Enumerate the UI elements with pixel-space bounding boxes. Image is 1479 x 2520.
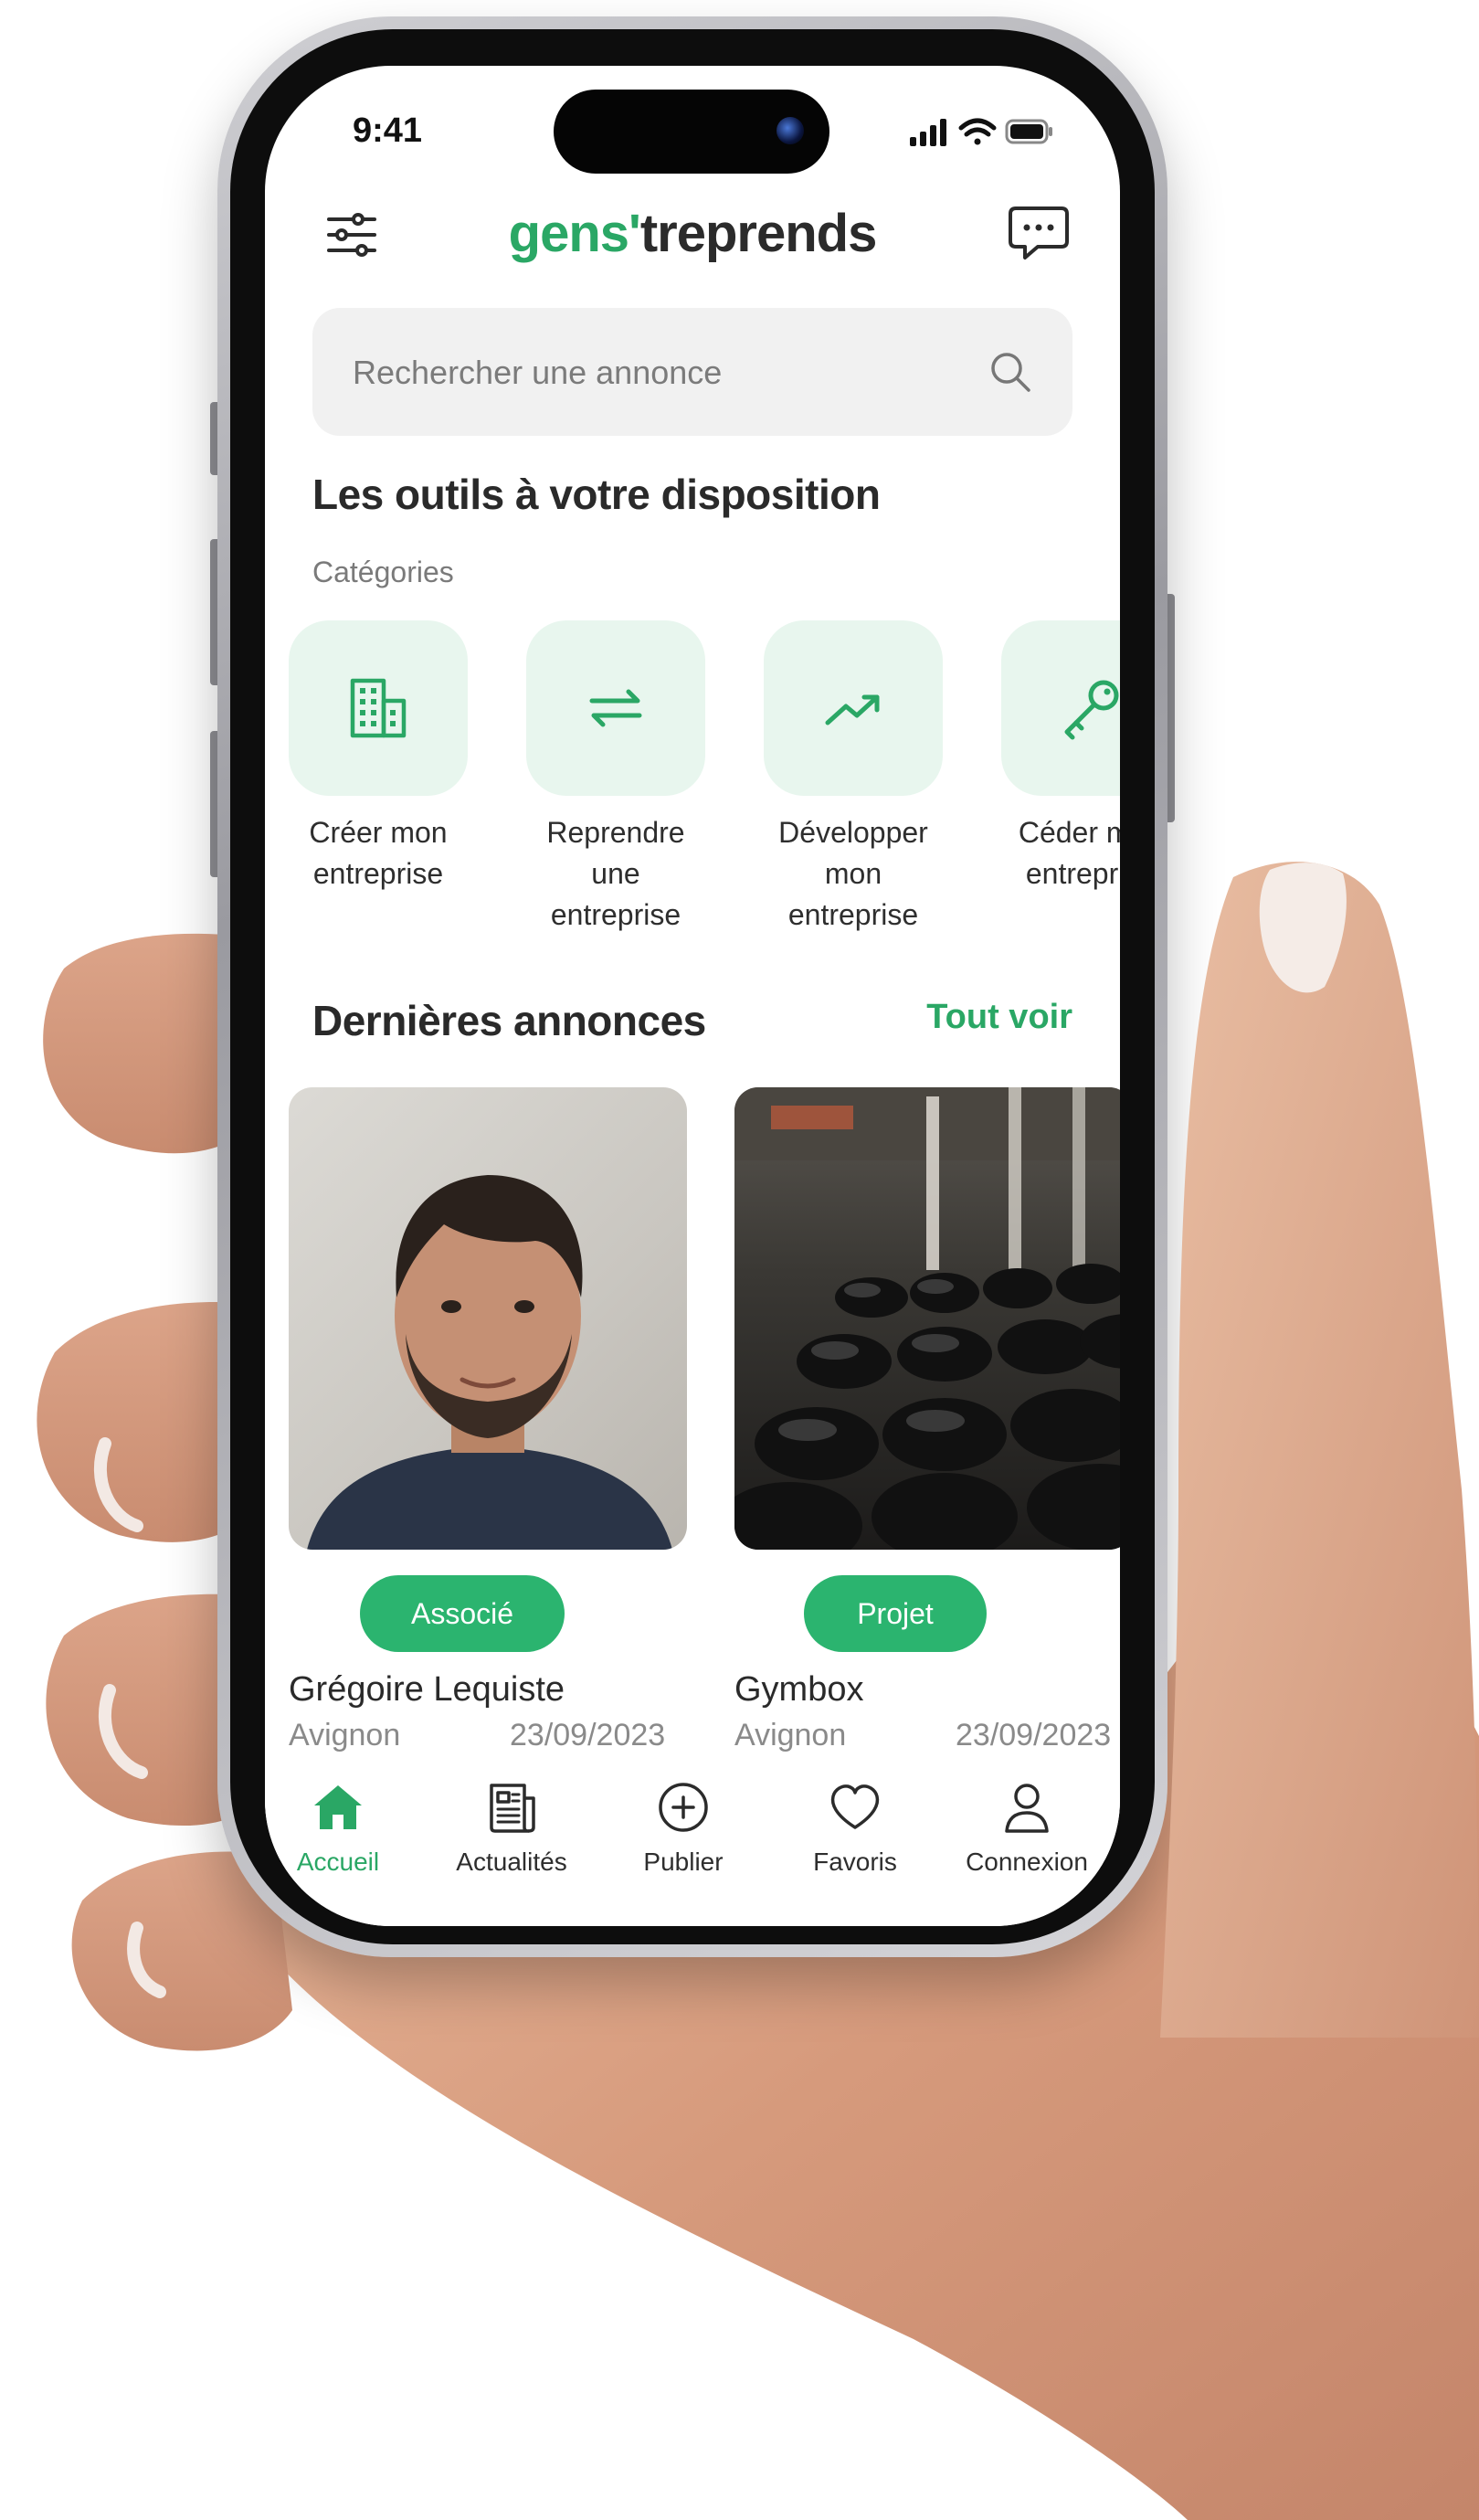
listing-photo-portrait (289, 1087, 687, 1550)
building-icon (350, 678, 407, 738)
tools-heading: Les outils à votre disposition (312, 471, 881, 518)
listing-title[interactable]: Gymbox (734, 1670, 863, 1710)
category-label: Créer mon entreprise (309, 816, 448, 890)
wifi-icon (958, 118, 997, 145)
listing-card[interactable] (289, 1087, 687, 1550)
see-all-link[interactable]: Tout voir (926, 998, 1072, 1037)
plus-circle-icon (659, 1783, 708, 1832)
nav-item-connexion[interactable]: Connexion (935, 1778, 1118, 1877)
key-icon (1064, 680, 1119, 740)
search-icon[interactable] (987, 348, 1034, 396)
nav-label: Connexion (966, 1848, 1088, 1876)
category-label: Développer mon entreprise (778, 816, 928, 931)
nav-item-accueil[interactable]: Accueil (265, 1778, 429, 1877)
nav-label: Accueil (296, 1848, 380, 1876)
listing-city: Avignon (734, 1718, 847, 1752)
app-logo: gens'treprends (265, 203, 1120, 264)
nav-label: Favoris (813, 1848, 897, 1876)
signal-icon (910, 119, 946, 146)
trend-up-icon (825, 694, 880, 725)
listing-date: 23/09/2023 (956, 1718, 1112, 1752)
status-bar: 9:41 (265, 66, 1120, 203)
nav-item-actualites[interactable]: Actualités (420, 1778, 603, 1877)
nav-item-publier[interactable]: Publier (592, 1778, 775, 1877)
app-screen: 9:41 gens'treprends Rechercher une annon… (265, 66, 1120, 1926)
listing-title[interactable]: Grégoire Lequiste (289, 1670, 565, 1710)
nav-item-favoris[interactable]: Favoris (764, 1778, 946, 1877)
chat-icon[interactable] (1005, 199, 1072, 267)
camera-icon (776, 117, 804, 144)
person-illustration (307, 1175, 672, 1550)
listing-city: Avignon (289, 1718, 401, 1752)
category-tile[interactable] (1001, 620, 1120, 796)
listing-photo-gym (734, 1087, 1120, 1550)
listings-heading: Dernières annonces (312, 997, 706, 1044)
category-develop[interactable]: Développer mon entreprise (762, 620, 945, 936)
dynamic-island (554, 90, 829, 174)
logo-part-green: gens' (508, 204, 641, 263)
nav-label: Actualités (456, 1848, 567, 1876)
categories-subheading: Catégories (312, 556, 454, 588)
swap-arrows-icon (589, 689, 642, 727)
user-icon (1005, 1784, 1049, 1833)
thumb-illustration (1160, 862, 1479, 2038)
category-takeover[interactable]: Reprendre une entreprise (524, 620, 707, 936)
category-tile[interactable] (289, 620, 468, 796)
listing-date: 23/09/2023 (510, 1718, 666, 1752)
category-label: Céder mon entreprise (1018, 816, 1120, 890)
logo-part-dark: treprends (639, 204, 878, 263)
listing-card[interactable] (734, 1087, 1120, 1550)
heart-icon (830, 1784, 880, 1829)
category-tile[interactable] (764, 620, 943, 796)
search-bar[interactable] (312, 308, 1072, 438)
category-create[interactable]: Créer mon entreprise (287, 620, 470, 895)
gym-dumbbells-illustration (734, 1087, 1120, 1550)
newspaper-icon (490, 1784, 535, 1833)
home-icon (314, 1785, 362, 1829)
search-input[interactable] (351, 308, 976, 438)
status-time: 9:41 (353, 111, 423, 150)
category-sell[interactable]: Céder mon entreprise (999, 620, 1120, 895)
battery-icon (1005, 119, 1052, 144)
bottom-navigation: Accueil Actualités Publier Favoris Conne… (265, 1778, 1120, 1926)
listing-tag[interactable]: Projet (804, 1575, 987, 1652)
category-label: Reprendre une entreprise (546, 816, 685, 931)
nav-label: Publier (643, 1848, 724, 1876)
status-icons (910, 118, 1052, 146)
category-tile[interactable] (526, 620, 705, 796)
listing-tag[interactable]: Associé (360, 1575, 565, 1652)
